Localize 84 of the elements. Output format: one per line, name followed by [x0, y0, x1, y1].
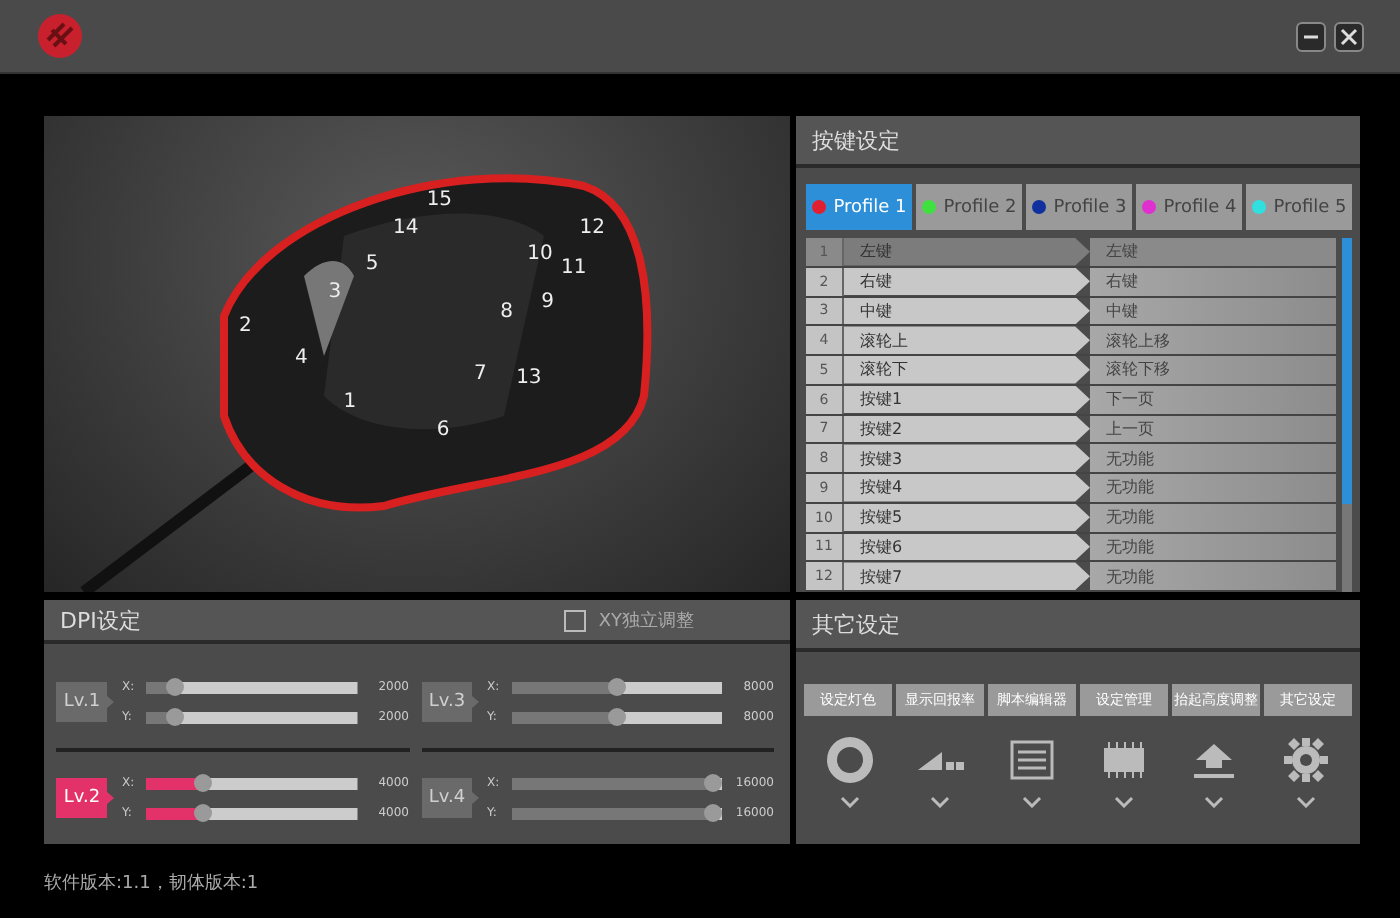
function-cell[interactable]: 右键	[1090, 267, 1336, 295]
button-number-label: 4	[294, 347, 308, 370]
profile-tab[interactable]: Profile 1	[806, 184, 912, 230]
dpi-slider[interactable]	[146, 774, 357, 792]
profile-tab[interactable]: Profile 4	[1136, 184, 1242, 230]
dpi-slider[interactable]	[511, 708, 722, 726]
close-button[interactable]	[1334, 21, 1364, 51]
button-number-label: 12	[579, 216, 605, 239]
chevron-down-icon[interactable]	[839, 796, 860, 808]
dpi-slider[interactable]	[511, 804, 722, 822]
dpi-slider[interactable]	[511, 774, 722, 792]
button-number-label: 7	[474, 362, 487, 385]
key-cell[interactable]: 按键3	[844, 444, 1090, 472]
key-cell[interactable]: 右键	[844, 267, 1090, 295]
button-number-label: 1	[343, 390, 357, 413]
key-cell[interactable]: 按键2	[844, 415, 1090, 443]
button-number-label: 6	[436, 419, 450, 442]
chevron-down-icon[interactable]	[1022, 796, 1043, 808]
profile-tab[interactable]: Profile 3	[1026, 184, 1132, 230]
button-number-label: 3	[328, 281, 342, 304]
button-number-label: 8	[500, 300, 513, 323]
button-number-label: 15	[426, 188, 453, 211]
panel-title: 其它设定	[812, 609, 900, 639]
profile-tab[interactable]: Profile 2	[916, 184, 1022, 230]
close-icon	[1340, 27, 1358, 45]
slider-thumb[interactable]	[607, 708, 626, 726]
function-cell[interactable]: 滚轮下移	[1090, 356, 1336, 384]
function-cell[interactable]: 无功能	[1090, 503, 1336, 531]
minimize-button[interactable]	[1296, 21, 1326, 51]
function-cell[interactable]: 滚轮上移	[1090, 326, 1336, 354]
dpi-slider[interactable]	[146, 708, 357, 726]
ring-icon[interactable]	[823, 736, 876, 784]
key-cell[interactable]: 按键6	[844, 533, 1090, 561]
function-cell[interactable]: 无功能	[1090, 533, 1336, 561]
button-number-label: 14	[393, 216, 419, 239]
profile-tab[interactable]: Profile 5	[1246, 184, 1352, 230]
chevron-down-icon[interactable]	[1296, 796, 1317, 808]
function-cell[interactable]: 下一页	[1090, 385, 1336, 413]
button-number-label: 10	[527, 243, 553, 266]
function-cell[interactable]: 无功能	[1090, 474, 1336, 502]
chevron-down-icon[interactable]	[1113, 796, 1134, 808]
dpi-slider[interactable]	[511, 678, 722, 696]
slider-thumb[interactable]	[607, 678, 626, 696]
version-text: 软件版本:1.1，韧体版本:1	[44, 871, 259, 895]
key-cell[interactable]: 左键	[844, 238, 1090, 266]
key-cell[interactable]: 按键7	[844, 562, 1090, 590]
button-number-label: 9	[541, 290, 554, 313]
scrollbar[interactable]	[1342, 238, 1352, 592]
dpi-level-tab[interactable]: Lv.4	[421, 778, 479, 818]
function-cell[interactable]: 中键	[1090, 297, 1336, 325]
slider-thumb[interactable]	[165, 678, 184, 696]
panel-title: DPI设定	[60, 605, 141, 635]
dpi-slider[interactable]	[146, 804, 357, 822]
key-cell[interactable]: 按键1	[844, 385, 1090, 413]
checkbox-label: XY独立调整	[598, 609, 694, 633]
function-cell[interactable]: 无功能	[1090, 562, 1336, 590]
checkbox[interactable]	[564, 609, 587, 631]
slider-thumb[interactable]	[704, 774, 722, 792]
logo-icon	[36, 12, 84, 60]
button-number-label: 5	[365, 252, 379, 275]
button-number-label: 13	[516, 366, 542, 389]
chevron-down-icon[interactable]	[930, 796, 951, 808]
button-number-label: 2	[239, 314, 252, 337]
panel-title: 按键设定	[812, 125, 900, 155]
key-cell[interactable]: 滚轮上	[844, 326, 1090, 354]
dpi-level-tab[interactable]: Lv.3	[421, 682, 479, 722]
slider-thumb[interactable]	[165, 708, 184, 726]
dpi-level-tab[interactable]: Lv.1	[56, 682, 114, 722]
key-cell[interactable]: 中键	[844, 297, 1090, 325]
slider-thumb[interactable]	[194, 804, 213, 822]
chevron-down-icon[interactable]	[1204, 796, 1225, 808]
slider-thumb[interactable]	[194, 774, 213, 792]
button-number-label: 11	[560, 257, 587, 280]
dpi-slider[interactable]	[146, 678, 357, 696]
settings-icon[interactable]	[1280, 736, 1333, 784]
function-cell[interactable]: 左键	[1090, 238, 1336, 266]
key-cell[interactable]: 按键5	[844, 503, 1090, 531]
function-cell[interactable]: 上一页	[1090, 415, 1336, 443]
list-icon[interactable]	[1006, 736, 1059, 784]
key-cell[interactable]: 按键4	[844, 474, 1090, 502]
key-cell[interactable]: 滚轮下	[844, 356, 1090, 384]
dpi-level-tab[interactable]: Lv.2	[56, 778, 114, 818]
function-cell[interactable]: 无功能	[1090, 444, 1336, 472]
slider-thumb[interactable]	[704, 804, 722, 822]
